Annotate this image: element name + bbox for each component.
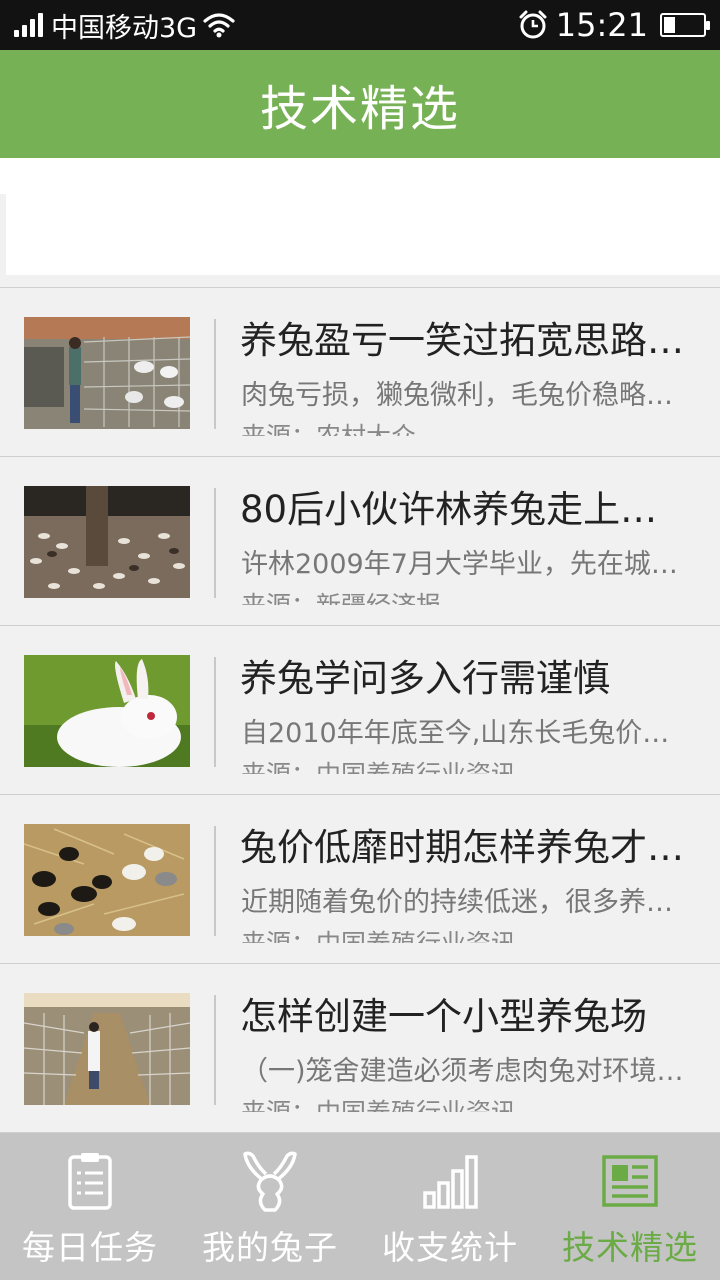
article-item[interactable]: 兔价低靡时期怎样养兔才能赚钱 近期随着兔价的持续低迷，很多养兔户 来源：中国养殖… — [0, 795, 720, 964]
article-list[interactable]: 养兔盈亏一笑过拓宽思路闯市场 肉兔亏损，獭兔微利，毛兔价稳略有上扬 来源：农村大… — [0, 287, 720, 1133]
alarm-clock-icon — [519, 10, 547, 39]
article-summary: 近期随着兔价的持续低迷，很多养兔户 — [241, 887, 691, 918]
banner-edge — [0, 194, 6, 276]
article-thumbnail — [24, 993, 190, 1105]
divider — [214, 319, 216, 429]
article-item[interactable]: 80后小伙许林养兔走上致富路 许林2009年7月大学毕业，先在城里打工 来源：新… — [0, 457, 720, 626]
article-item[interactable]: 养兔盈亏一笑过拓宽思路闯市场 肉兔亏损，獭兔微利，毛兔价稳略有上扬 来源：农村大… — [0, 288, 720, 457]
article-source-wrap: 来源：中国养殖行业资讯 — [241, 929, 691, 943]
article-source-wrap: 来源：新疆经济报 — [241, 591, 691, 605]
article-source: 来源：中国养殖行业资讯 — [241, 760, 691, 774]
article-summary: 自2010年年底至今,山东长毛兔价格持续 — [241, 718, 691, 749]
divider — [214, 826, 216, 936]
carrier-name: 中国移动3G — [51, 12, 198, 44]
article-summary: 许林2009年7月大学毕业，先在城里打工 — [241, 549, 691, 580]
article-source-wrap: 来源：中国养殖行业资讯 — [241, 1098, 691, 1112]
nav-label: 技术精选 — [562, 1228, 698, 1267]
nav-my-rabbits[interactable]: 我的兔子 — [180, 1133, 360, 1280]
status-right: 15:21 — [518, 6, 710, 44]
bottom-nav: 每日任务 我的兔子 收支统计 技术精选 — [0, 1133, 720, 1280]
article-summary: （一)笼舍建造必须考虑肉兔对环境的要求 — [241, 1056, 691, 1087]
bar-chart-icon — [417, 1149, 483, 1213]
status-bar: 中国移动3G 15:21 — [0, 0, 720, 50]
battery-fill — [664, 17, 675, 33]
article-title: 80后小伙许林养兔走上致富路 — [240, 488, 690, 531]
rabbit-icon — [237, 1149, 303, 1213]
article-title: 养兔盈亏一笑过拓宽思路闯市场 — [240, 319, 690, 362]
nav-label: 我的兔子 — [202, 1228, 338, 1267]
battery-icon — [660, 13, 710, 37]
article-source-wrap: 来源：中国养殖行业资讯 — [241, 760, 691, 774]
article-summary: 肉兔亏损，獭兔微利，毛兔价稳略有上扬 — [241, 380, 691, 411]
article-thumbnail — [24, 317, 190, 429]
article-thumbnail — [24, 486, 190, 598]
clipboard-icon — [57, 1149, 123, 1213]
article-title: 兔价低靡时期怎样养兔才能赚钱 — [240, 826, 690, 869]
signal-icon — [14, 13, 43, 37]
nav-label: 收支统计 — [382, 1228, 518, 1267]
divider — [214, 488, 216, 598]
divider — [214, 657, 216, 767]
banner-area[interactable] — [0, 158, 720, 275]
nav-income-expense[interactable]: 收支统计 — [360, 1133, 540, 1280]
nav-tech-articles[interactable]: 技术精选 — [540, 1133, 720, 1280]
status-left: 中国移动3G — [14, 6, 235, 45]
article-source-wrap: 来源：农村大众 — [241, 422, 691, 436]
article-thumbnail — [24, 655, 190, 767]
nav-label: 每日任务 — [22, 1228, 158, 1267]
article-source: 来源：农村大众 — [241, 422, 691, 436]
status-time: 15:21 — [555, 6, 648, 44]
article-source: 来源：中国养殖行业资讯 — [241, 929, 691, 943]
article-item[interactable]: 养兔学问多入行需谨慎 自2010年年底至今,山东长毛兔价格持续 来源：中国养殖行… — [0, 626, 720, 795]
article-source: 来源：中国养殖行业资讯 — [241, 1098, 691, 1112]
divider — [214, 995, 216, 1105]
article-source: 来源：新疆经济报 — [241, 591, 691, 605]
wifi-icon — [203, 13, 235, 38]
app-header: 技术精选 — [0, 50, 720, 158]
article-icon — [597, 1149, 663, 1213]
article-item[interactable]: 怎样创建一个小型养兔场 （一)笼舍建造必须考虑肉兔对环境的要求 来源：中国养殖行… — [0, 964, 720, 1133]
nav-daily-tasks[interactable]: 每日任务 — [0, 1133, 180, 1280]
article-title: 怎样创建一个小型养兔场 — [240, 995, 647, 1038]
page-title: 技术精选 — [259, 81, 460, 137]
article-thumbnail — [24, 824, 190, 936]
article-title: 养兔学问多入行需谨慎 — [240, 657, 610, 700]
